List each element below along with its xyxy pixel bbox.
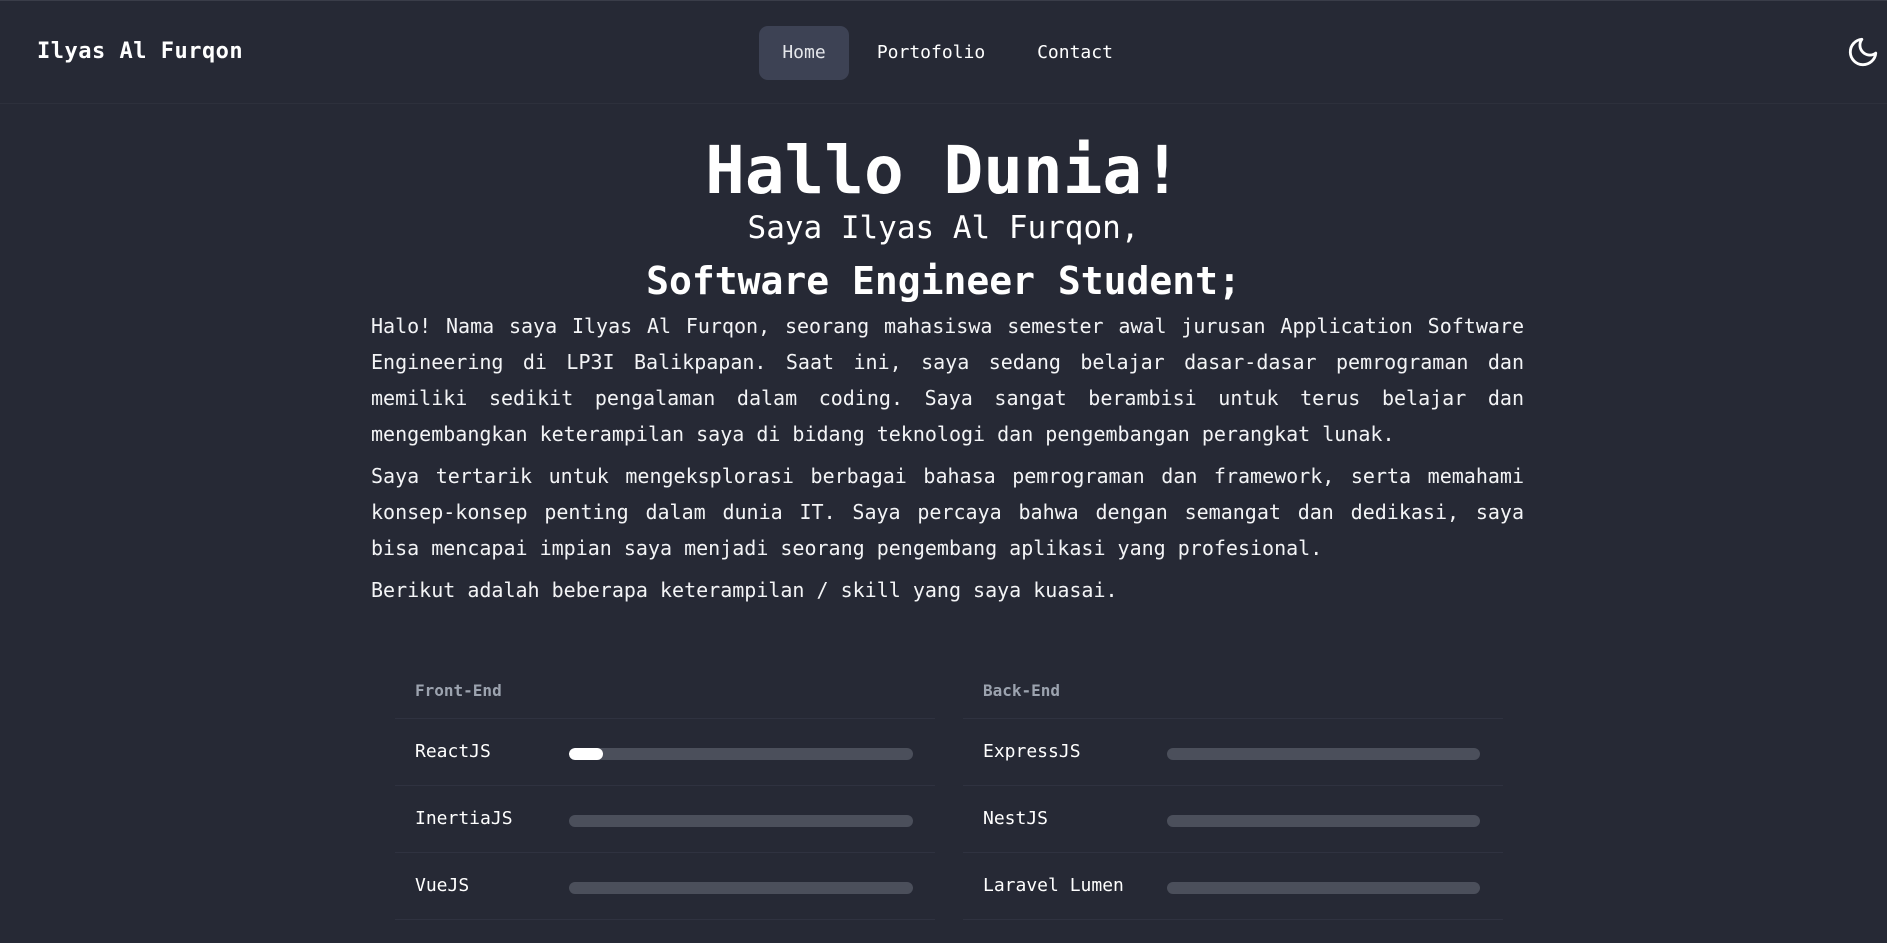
skill-row: VueJS — [395, 853, 935, 920]
about-paragraph-2: Saya tertarik untuk mengeksplorasi berba… — [371, 464, 1524, 560]
skill-row: ReactJS — [395, 719, 935, 786]
skill-name: VueJS — [415, 875, 470, 896]
nav-home-link[interactable]: Home — [759, 26, 849, 80]
skill-progress-bar — [569, 815, 913, 827]
navbar: Ilyas Al Furqon Home Portofolio Contact — [0, 0, 1887, 104]
skill-progress-bar — [1167, 882, 1480, 894]
brand-name[interactable]: Ilyas Al Furqon — [37, 39, 243, 64]
skill-progress-bar — [569, 882, 913, 894]
skill-row: ExpressJS — [963, 719, 1503, 786]
frontend-heading: Front-End — [395, 664, 935, 719]
skill-row: InertiaJS — [395, 786, 935, 853]
backend-heading: Back-End — [963, 664, 1503, 719]
moon-icon[interactable] — [1846, 35, 1880, 69]
about-paragraph-3: Berikut adalah beberapa keterampilan / s… — [371, 578, 1118, 602]
skill-row: Laravel Lumen — [963, 853, 1503, 920]
skill-name: Laravel Lumen — [983, 875, 1124, 896]
frontend-skills: Front-End ReactJS InertiaJS VueJS — [395, 664, 935, 920]
skill-progress-fill — [569, 748, 604, 760]
skill-name: NestJS — [983, 808, 1049, 829]
hero-title: Hallo Dunia! — [705, 132, 1182, 209]
skill-name: ReactJS — [415, 741, 491, 762]
nav-portofolio-link[interactable]: Portofolio — [870, 26, 992, 80]
skill-progress-bar — [1167, 748, 1480, 760]
nav-contact-link[interactable]: Contact — [1025, 26, 1125, 80]
hero-role: Software Engineer Student; — [646, 259, 1241, 303]
skill-row: NestJS — [963, 786, 1503, 853]
skill-progress-bar — [569, 748, 913, 760]
about-paragraph-1: Halo! Nama saya Ilyas Al Furqon, seorang… — [371, 314, 1524, 446]
skill-name: ExpressJS — [983, 741, 1081, 762]
skill-name: InertiaJS — [415, 808, 513, 829]
hero-subtitle: Saya Ilyas Al Furqon, — [747, 210, 1140, 246]
skill-progress-bar — [1167, 815, 1480, 827]
backend-skills: Back-End ExpressJS NestJS Laravel Lumen — [963, 664, 1503, 920]
